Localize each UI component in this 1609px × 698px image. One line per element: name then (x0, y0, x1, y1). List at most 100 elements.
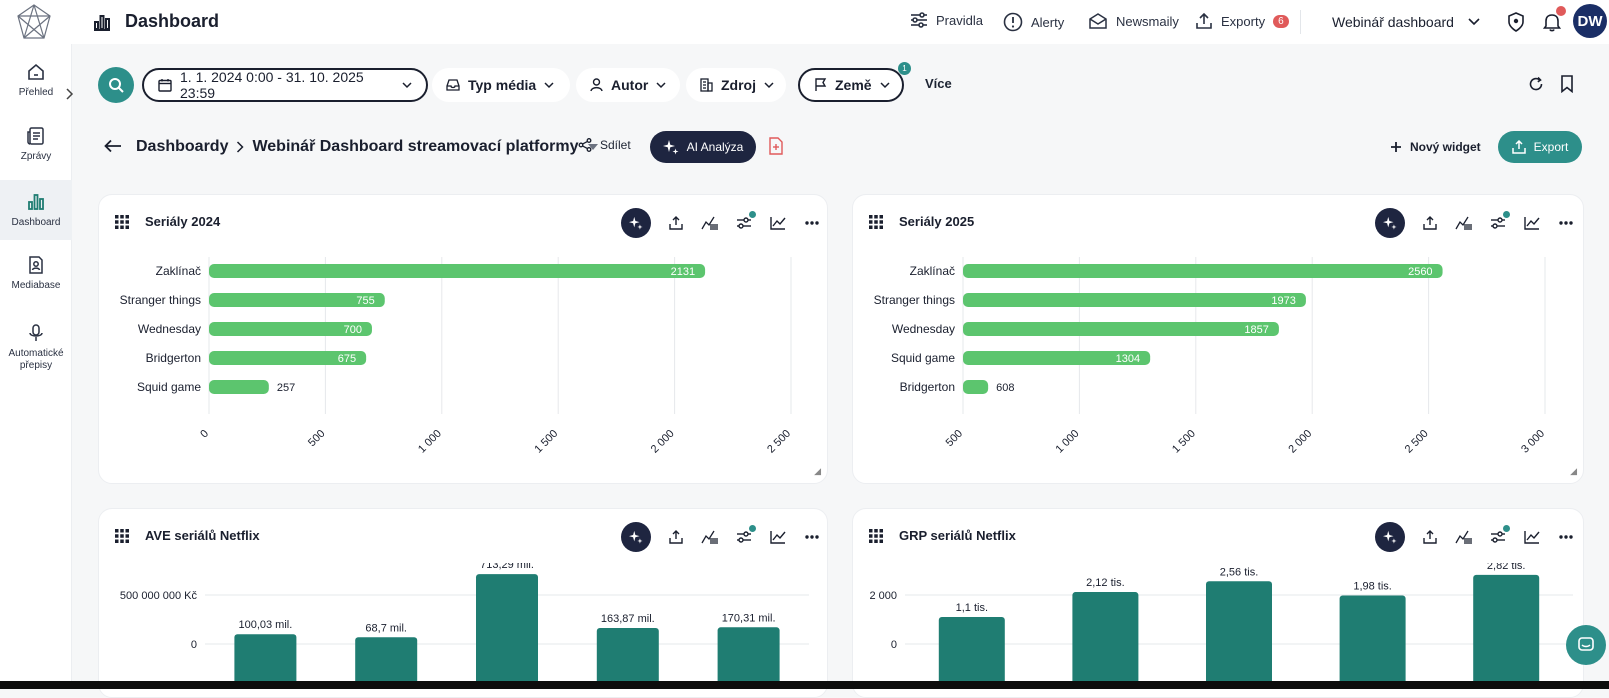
more-options-icon[interactable] (803, 214, 821, 232)
filter-settings-icon[interactable] (1489, 211, 1510, 232)
line-chart-icon[interactable] (1523, 528, 1541, 546)
filter-settings-icon[interactable] (735, 211, 756, 232)
notification-dot (1556, 6, 1566, 16)
drag-grip-icon[interactable] (115, 529, 129, 543)
export-icon[interactable] (667, 214, 685, 232)
resize-handle-icon[interactable]: ◢ (1570, 466, 1577, 477)
resize-handle-icon[interactable]: ◢ (814, 466, 821, 477)
bar-value-label: 2,12 tis. (1086, 577, 1125, 589)
export-icon[interactable] (1421, 528, 1439, 546)
filter-settings-icon[interactable] (1489, 525, 1510, 546)
bar-value-label: 1973 (1271, 295, 1295, 307)
widget-header: GRP seriálů Netflix (853, 509, 1583, 563)
chart-settings-icon[interactable] (701, 214, 719, 232)
more-filters-button[interactable]: Více (925, 76, 952, 91)
export-icon[interactable] (667, 528, 685, 546)
ai-sparkle-button[interactable] (1375, 522, 1405, 552)
sidebar-item-label: Přehled (18, 86, 54, 98)
date-range-filter[interactable]: 1. 1. 2024 0:00 - 31. 10. 2025 23:59 (142, 68, 428, 102)
x-tick-label: 500 (306, 428, 327, 449)
drag-grip-icon[interactable] (869, 529, 883, 543)
chevron-right-icon[interactable] (64, 88, 78, 102)
nav-newsmails-label: Newsmaily (1116, 13, 1179, 29)
dashboard-select[interactable]: Webinář dashboard (1322, 4, 1490, 40)
export-icon[interactable] (1421, 214, 1439, 232)
dashboard-select-value: Webinář dashboard (1332, 14, 1454, 30)
line-chart-icon[interactable] (769, 528, 787, 546)
y-tick-label: 0 (891, 639, 897, 651)
refresh-icon[interactable] (1528, 76, 1544, 92)
upload-icon (1195, 12, 1213, 30)
bar-chart-icon (26, 192, 46, 212)
sidebar-item-overview[interactable]: Přehled (0, 50, 72, 110)
chevron-down-icon (402, 81, 412, 89)
breadcrumb-root[interactable]: Dashboardy (136, 138, 228, 156)
vertical-bar-chart: 0 2 000 1,1 tis. 2,12 tis. 2,56 tis. 1,98 tis… (869, 563, 1573, 682)
back-arrow-icon[interactable] (104, 139, 122, 153)
export-button[interactable]: Export (1498, 131, 1582, 163)
ai-sparkle-button[interactable] (621, 208, 651, 238)
line-chart-icon[interactable] (769, 214, 787, 232)
chevron-right-icon (236, 141, 245, 153)
drag-grip-icon[interactable] (869, 215, 883, 229)
bar (963, 293, 1306, 307)
app-logo[interactable] (14, 2, 54, 42)
horizontal-bar-chart: 500 1 000 1 500 2 000 2 500 3 000 Zaklínač 2560… (874, 257, 1547, 456)
bar-value-label: 2560 (1408, 266, 1432, 278)
nav-rules[interactable]: Pravidla (910, 12, 983, 28)
x-tick-label: 1 000 (1054, 428, 1082, 456)
sidebar: Přehled Zprávy Dashboard Mediabase Autom… (0, 44, 72, 689)
search-button[interactable] (98, 67, 134, 103)
chart-settings-icon[interactable] (701, 528, 719, 546)
x-tick-label: 2 000 (1286, 428, 1314, 456)
new-widget-button[interactable]: Nový widget (1390, 140, 1481, 154)
nav-rules-label: Pravidla (936, 12, 983, 28)
building-icon (700, 78, 713, 92)
bar (476, 574, 538, 682)
sidebar-item-news[interactable]: Zprávy (0, 114, 72, 174)
sidebar-item-dashboard[interactable]: Dashboard (0, 180, 72, 240)
avatar[interactable]: DW (1573, 4, 1607, 38)
more-options-icon[interactable] (1557, 528, 1575, 546)
line-chart-icon[interactable] (1523, 214, 1541, 232)
ai-analysis-button[interactable]: AI Analýza (650, 131, 756, 163)
more-options-icon[interactable] (1557, 214, 1575, 232)
sidebar-item-transcripts[interactable]: Automatické přepisy (0, 312, 72, 382)
source-filter[interactable]: Zdroj (686, 68, 786, 102)
sidebar-item-label: Zprávy (20, 150, 52, 162)
author-filter[interactable]: Autor (576, 68, 680, 102)
chart-settings-icon[interactable] (1455, 528, 1473, 546)
media-type-filter[interactable]: Typ média (432, 68, 570, 102)
nav-exports[interactable]: Exporty 6 (1195, 12, 1289, 30)
bar-value-label: 170,31 mil. (722, 612, 776, 624)
ai-sparkle-button[interactable] (621, 522, 651, 552)
nav-newsmails[interactable]: Newsmaily (1088, 12, 1179, 30)
sidebar-item-mediabase[interactable]: Mediabase (0, 243, 72, 303)
nav-alerts[interactable]: Alerty (1003, 12, 1064, 32)
share-button[interactable]: Sdílet (578, 138, 631, 152)
more-options-icon[interactable] (803, 528, 821, 546)
bookmark-icon[interactable] (1560, 75, 1574, 93)
breadcrumb-current: Webinář Dashboard streamovací platformy (252, 138, 579, 155)
bar (1206, 581, 1272, 682)
pdf-export-icon[interactable] (768, 137, 784, 155)
bar-value-label: 257 (277, 382, 295, 394)
category-label: Bridgerton (146, 351, 201, 365)
top-bar: Dashboard Pravidla Alerty Newsmaily Expo… (0, 0, 1609, 44)
category-label: Wednesday (892, 322, 955, 336)
country-filter[interactable]: Země (798, 68, 904, 102)
share-label: Sdílet (600, 138, 631, 152)
chevron-down-icon (764, 81, 774, 89)
bar (963, 380, 989, 394)
y-tick-label: 0 (191, 639, 197, 651)
breadcrumb: Dashboardy Webinář Dashboard streamovací… (136, 138, 599, 156)
chart-settings-icon[interactable] (1455, 214, 1473, 232)
bar (596, 627, 659, 682)
chat-support-button[interactable] (1566, 625, 1606, 665)
exports-count-badge: 6 (1273, 14, 1289, 28)
country-filter-badge: 1 (898, 62, 911, 75)
drag-grip-icon[interactable] (115, 215, 129, 229)
shield-icon[interactable] (1507, 12, 1525, 32)
filter-settings-icon[interactable] (735, 525, 756, 546)
ai-sparkle-button[interactable] (1375, 208, 1405, 238)
